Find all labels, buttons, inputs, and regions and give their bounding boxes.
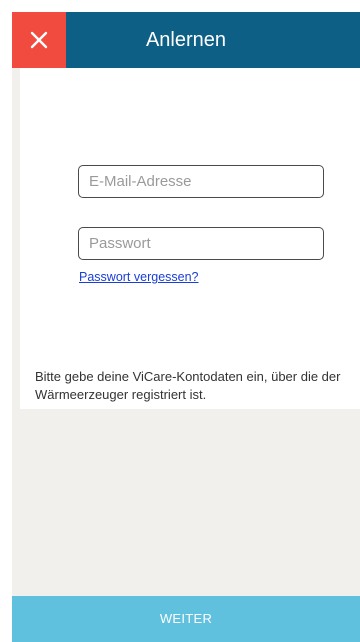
login-card: Passwort vergessen? Bitte gebe deine ViC…	[20, 68, 360, 409]
app-screen: Anlernen Passwort vergessen? Bitte gebe …	[12, 12, 360, 642]
forgot-password-link[interactable]: Passwort vergessen?	[79, 270, 199, 284]
close-icon	[30, 31, 48, 49]
email-field[interactable]	[78, 165, 324, 198]
info-text: Bitte gebe deine ViCare-Kontodaten ein, …	[35, 369, 341, 402]
close-button[interactable]	[12, 12, 66, 68]
page-title: Anlernen	[145, 29, 227, 51]
header-bar: Anlernen	[12, 12, 360, 68]
password-field[interactable]	[78, 227, 324, 260]
continue-button[interactable]: WEITER	[12, 596, 360, 642]
